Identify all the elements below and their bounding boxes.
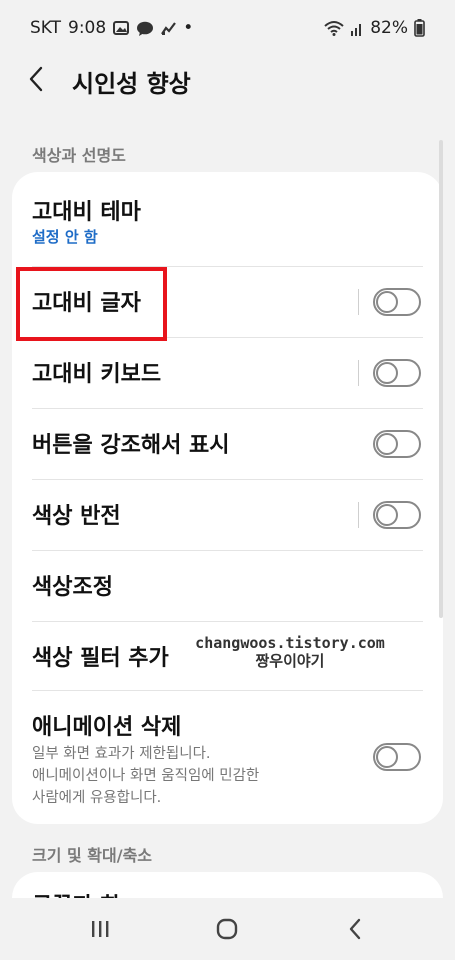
high-contrast-keyboard-toggle[interactable] bbox=[373, 359, 421, 387]
setting-title: 고대비 키보드 bbox=[32, 362, 162, 387]
desc-line: 일부 화면 효과가 제한됩니다. bbox=[32, 746, 211, 762]
setting-title: 고대비 테마 bbox=[32, 200, 141, 225]
desc-line: 애니메이션이나 화면 움직임에 민감한 bbox=[32, 768, 260, 784]
vertical-separator bbox=[358, 289, 359, 315]
setting-subtitle: 설정 안 함 bbox=[32, 228, 98, 246]
setting-title: 버튼을 강조해서 표시 bbox=[32, 433, 230, 458]
setting-title: 색상 반전 bbox=[32, 504, 121, 529]
status-right: 82% bbox=[324, 18, 425, 38]
home-button[interactable] bbox=[211, 914, 243, 944]
navigation-bar bbox=[0, 898, 455, 960]
carrier-text: SKT bbox=[30, 18, 62, 38]
home-icon bbox=[216, 918, 238, 940]
status-dot: • bbox=[183, 18, 194, 38]
color-inversion-toggle[interactable] bbox=[373, 501, 421, 529]
setting-row-high-contrast-keyboard[interactable]: 고대비 키보드 bbox=[12, 338, 443, 409]
setting-row-color-adjustment[interactable]: 색상조정 bbox=[12, 551, 443, 622]
app-header: 시인성 향상 bbox=[0, 56, 455, 106]
chart-icon bbox=[161, 21, 177, 35]
remove-animations-toggle[interactable] bbox=[373, 743, 421, 771]
wifi-icon bbox=[324, 20, 344, 36]
status-bar: SKT 9:08 • 82% bbox=[0, 0, 455, 56]
toggle-knob bbox=[376, 746, 398, 768]
page-title: 시인성 향상 bbox=[72, 70, 191, 98]
status-left: SKT 9:08 • bbox=[30, 18, 193, 38]
highlight-box bbox=[16, 267, 167, 341]
button-shapes-toggle[interactable] bbox=[373, 430, 421, 458]
chevron-left-icon bbox=[29, 66, 43, 92]
gallery-icon bbox=[113, 21, 130, 35]
high-contrast-text-toggle[interactable] bbox=[373, 288, 421, 316]
time-text: 9:08 bbox=[68, 18, 107, 38]
vertical-separator bbox=[358, 502, 359, 528]
setting-row-color-inversion[interactable]: 색상 반전 bbox=[12, 480, 443, 551]
back-button[interactable] bbox=[339, 914, 371, 944]
battery-icon bbox=[414, 19, 425, 37]
setting-description: 일부 화면 효과가 제한됩니다. 애니메이션이나 화면 움직임에 민감한 사람에… bbox=[32, 743, 362, 809]
section-label-size: 크기 및 확대/축소 bbox=[32, 846, 153, 865]
battery-text: 82% bbox=[370, 18, 408, 38]
setting-title: 색상 필터 추가 bbox=[32, 646, 169, 671]
signal-icon bbox=[350, 21, 364, 36]
vertical-separator bbox=[358, 360, 359, 386]
section-label-color: 색상과 선명도 bbox=[32, 146, 126, 165]
desc-line: 사람에게 유용합니다. bbox=[32, 790, 162, 806]
kakaotalk-icon bbox=[136, 21, 154, 36]
back-icon bbox=[349, 918, 361, 940]
recent-apps-button[interactable] bbox=[84, 914, 116, 944]
watermark-name: 짱우이야기 bbox=[255, 652, 325, 670]
setting-title: 애니메이션 삭제 bbox=[32, 715, 182, 740]
setting-row-button-shapes[interactable]: 버튼을 강조해서 표시 bbox=[12, 409, 443, 480]
toggle-knob bbox=[376, 433, 398, 455]
setting-row-high-contrast-theme[interactable]: 고대비 테마 설정 안 함 bbox=[12, 172, 443, 266]
toggle-knob bbox=[376, 362, 398, 384]
scrollbar[interactable] bbox=[439, 140, 443, 618]
toggle-knob bbox=[376, 504, 398, 526]
watermark-url: changwoos.tistory.com bbox=[195, 634, 385, 652]
watermark: changwoos.tistory.com 짱우이야기 bbox=[195, 634, 385, 670]
toggle-knob bbox=[376, 291, 398, 313]
setting-title: 색상조정 bbox=[32, 575, 113, 600]
recent-apps-icon bbox=[92, 921, 109, 937]
setting-row-remove-animations[interactable]: 애니메이션 삭제 일부 화면 효과가 제한됩니다. 애니메이션이나 화면 움직임… bbox=[12, 691, 443, 824]
header-back-button[interactable] bbox=[28, 64, 52, 94]
